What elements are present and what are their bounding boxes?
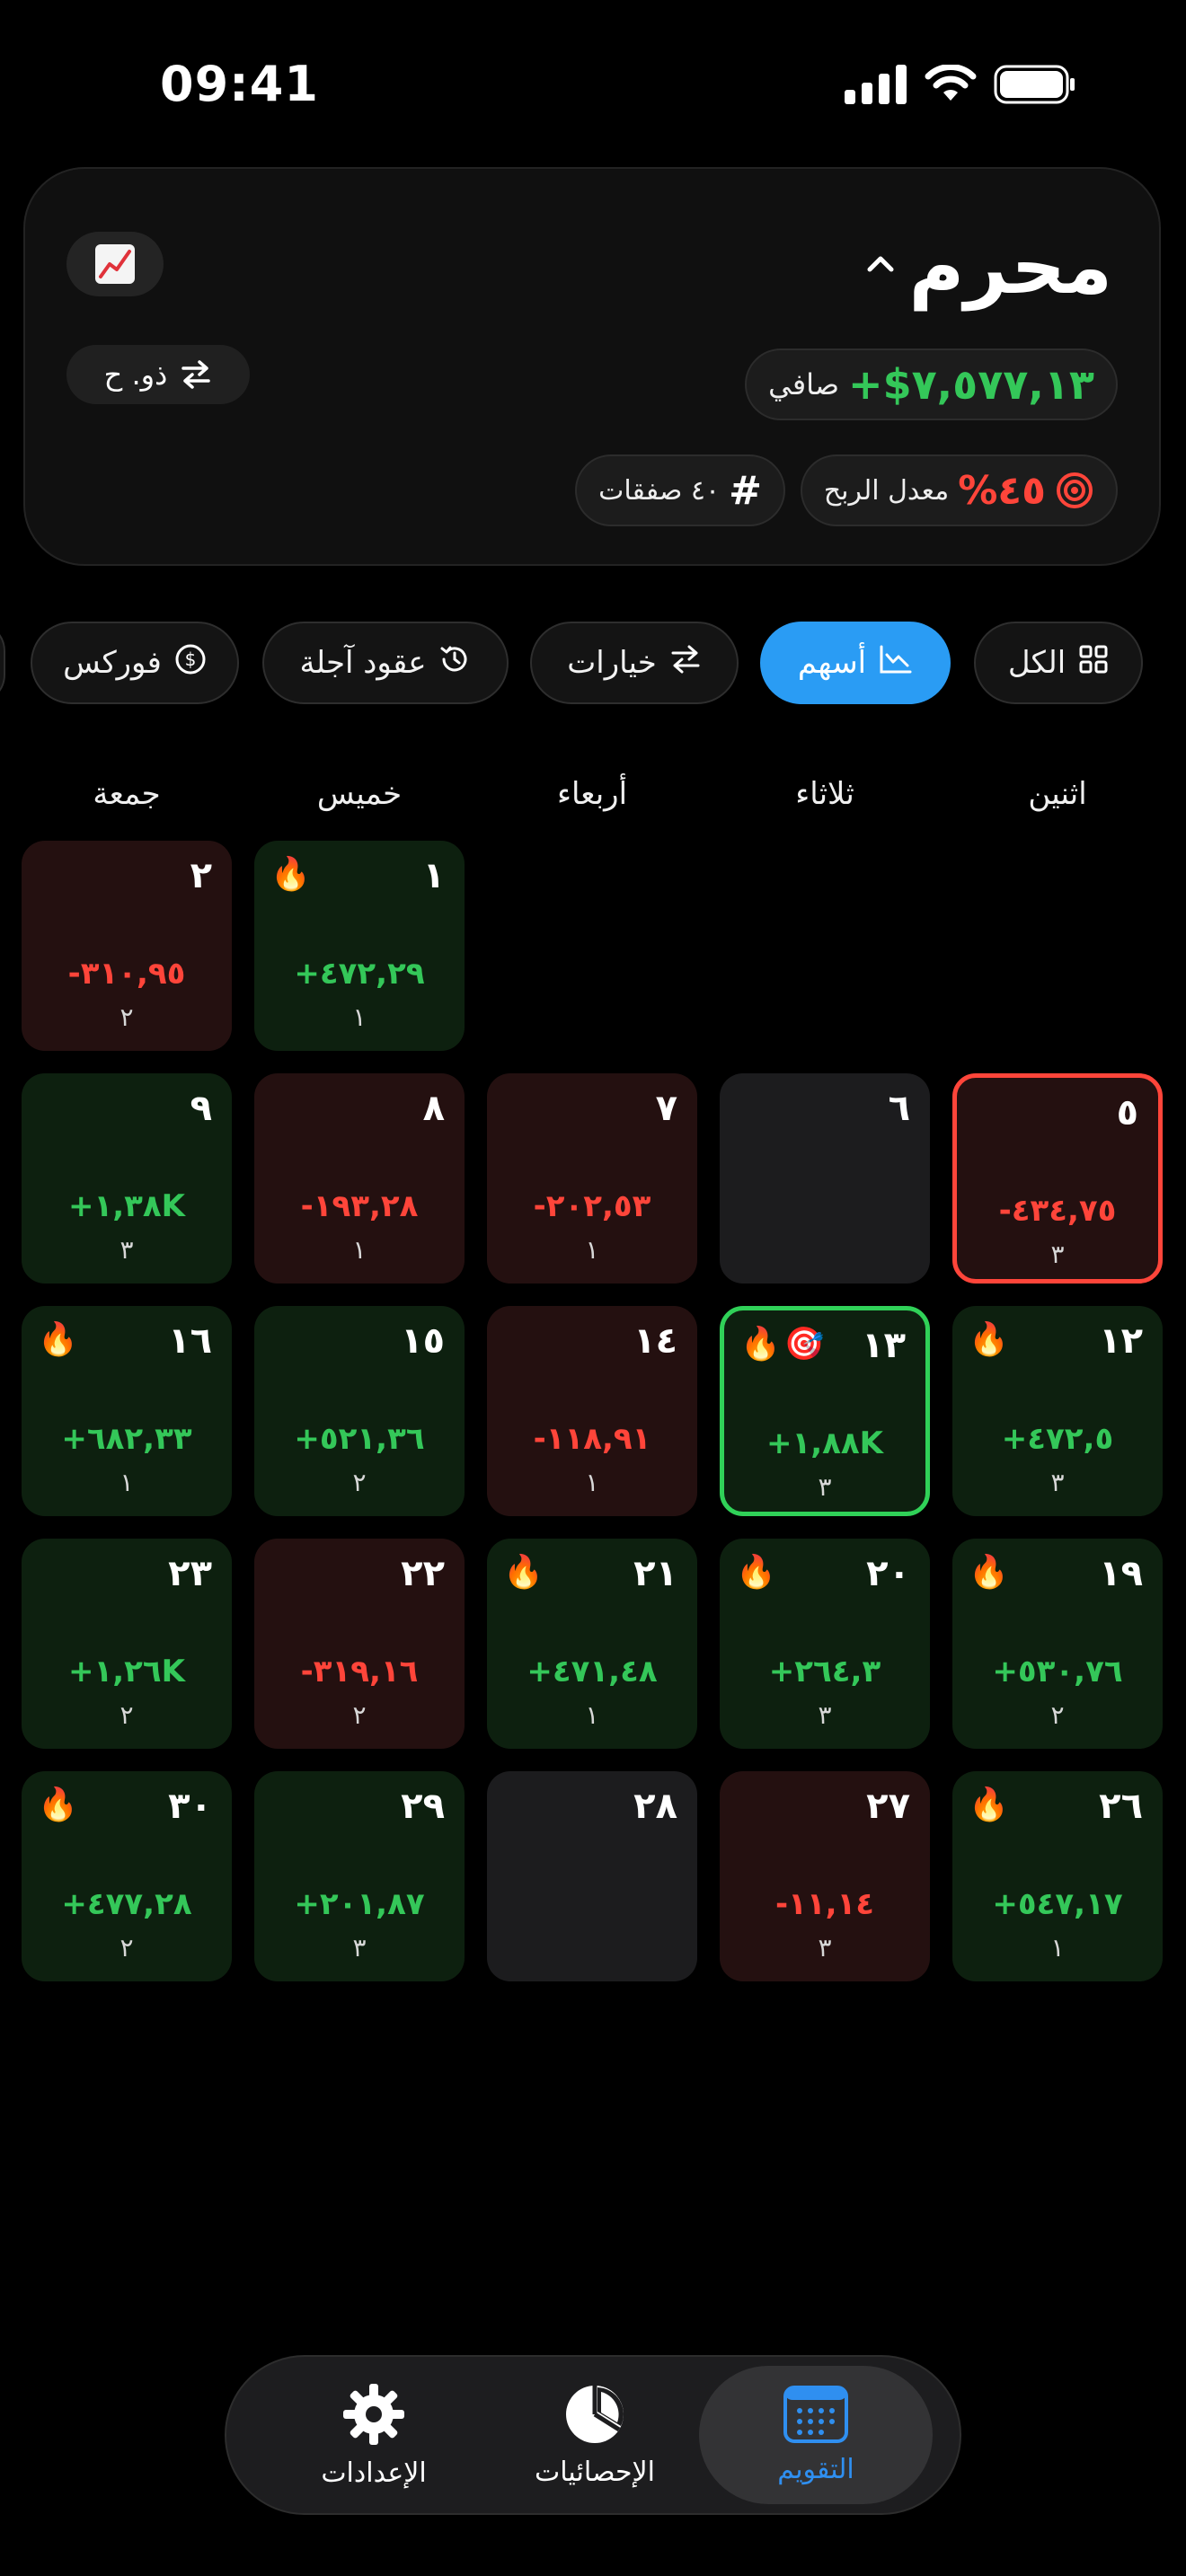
day-cell[interactable]: ١٢ 🔥 +٤٧٢,٥ ٣ <box>952 1306 1163 1516</box>
fire-icon: 🔥 <box>38 1321 78 1358</box>
day-cell[interactable]: ٧ -٢٠٢,٥٣ ١ <box>487 1073 697 1284</box>
day-cell[interactable]: ١٤ -١١٨,٩١ ١ <box>487 1306 697 1516</box>
day-cell[interactable]: ٢٨ <box>487 1771 697 1981</box>
fire-icon: 🔥 <box>270 856 311 893</box>
day-cell[interactable]: ١٣ 🔥 🎯 +١,٨٨K ٣ <box>720 1306 930 1516</box>
day-cell[interactable]: ٥ -٤٣٤,٧٥ ٣ <box>952 1073 1163 1284</box>
tab-settings[interactable]: الإعدادات <box>257 2366 491 2504</box>
day-cell[interactable]: ٨ -١٩٣,٢٨ ١ <box>254 1073 465 1284</box>
tab-statistics[interactable]: الإحصائيات <box>478 2366 712 2504</box>
day-cell[interactable]: ٢٩ +٢٠١,٨٧ ٣ <box>254 1771 465 1981</box>
fire-icon: 🔥 <box>969 1321 1009 1358</box>
fire-icon: 🔥 <box>38 1786 78 1823</box>
gear-icon <box>343 2383 404 2445</box>
tab-label: الإعدادات <box>321 2457 427 2489</box>
day-cell[interactable]: ٢٠ 🔥 +٢٦٤,٣ ٣ <box>720 1539 930 1749</box>
day-cell[interactable]: ١ 🔥 +٤٧٢,٢٩ ١ <box>254 841 465 1051</box>
day-cell[interactable]: ٢٦ 🔥 +٥٤٧,١٧ ١ <box>952 1771 1163 1981</box>
tab-calendar[interactable]: التقويم <box>699 2366 933 2504</box>
day-cell[interactable]: ٢ -٣١٠,٩٥ ٢ <box>22 841 232 1051</box>
fire-icon: 🔥 <box>503 1554 544 1591</box>
tab-bar: التقويم الإحصائيات الإعدادات <box>225 2355 961 2515</box>
day-cell[interactable]: ٩ +١,٣٨K ٣ <box>22 1073 232 1284</box>
calendar-icon <box>783 2385 848 2443</box>
day-cell[interactable]: ١٩ 🔥 +٥٣٠,٧٦ ٢ <box>952 1539 1163 1749</box>
target-icon: 🎯 <box>783 1326 825 1363</box>
day-cell[interactable]: ٢٢ -٣١٩,١٦ ٢ <box>254 1539 465 1749</box>
pie-chart-icon <box>566 2385 624 2443</box>
fire-icon: 🔥 <box>969 1554 1009 1591</box>
day-cell[interactable]: ٢٧ -١١,١٤ ٣ <box>720 1771 930 1981</box>
fire-icon: 🔥 <box>736 1554 776 1591</box>
day-cell[interactable]: ٦ <box>720 1073 930 1284</box>
day-cell[interactable]: ٢١ 🔥 +٤٧١,٤٨ ١ <box>487 1539 697 1749</box>
day-cell[interactable]: ١٦ 🔥 +٦٨٢,٣٣ ١ <box>22 1306 232 1516</box>
day-cell[interactable]: ٣٠ 🔥 +٤٧٧,٢٨ ٢ <box>22 1771 232 1981</box>
calendar-grid: ١ 🔥 +٤٧٢,٢٩ ١ ٢ -٣١٠,٩٥ ٢ ٥ -٤٣٤,٧٥ ٣ ٦ … <box>0 0 1186 2066</box>
fire-icon: 🔥 <box>740 1326 781 1363</box>
fire-icon: 🔥 <box>969 1786 1009 1823</box>
day-cell[interactable]: ١٥ +٥٢١,٣٦ ٢ <box>254 1306 465 1516</box>
tab-label: التقويم <box>777 2453 854 2485</box>
tab-label: الإحصائيات <box>535 2456 655 2488</box>
day-cell[interactable]: ٢٣ +١,٢٦K ٢ <box>22 1539 232 1749</box>
